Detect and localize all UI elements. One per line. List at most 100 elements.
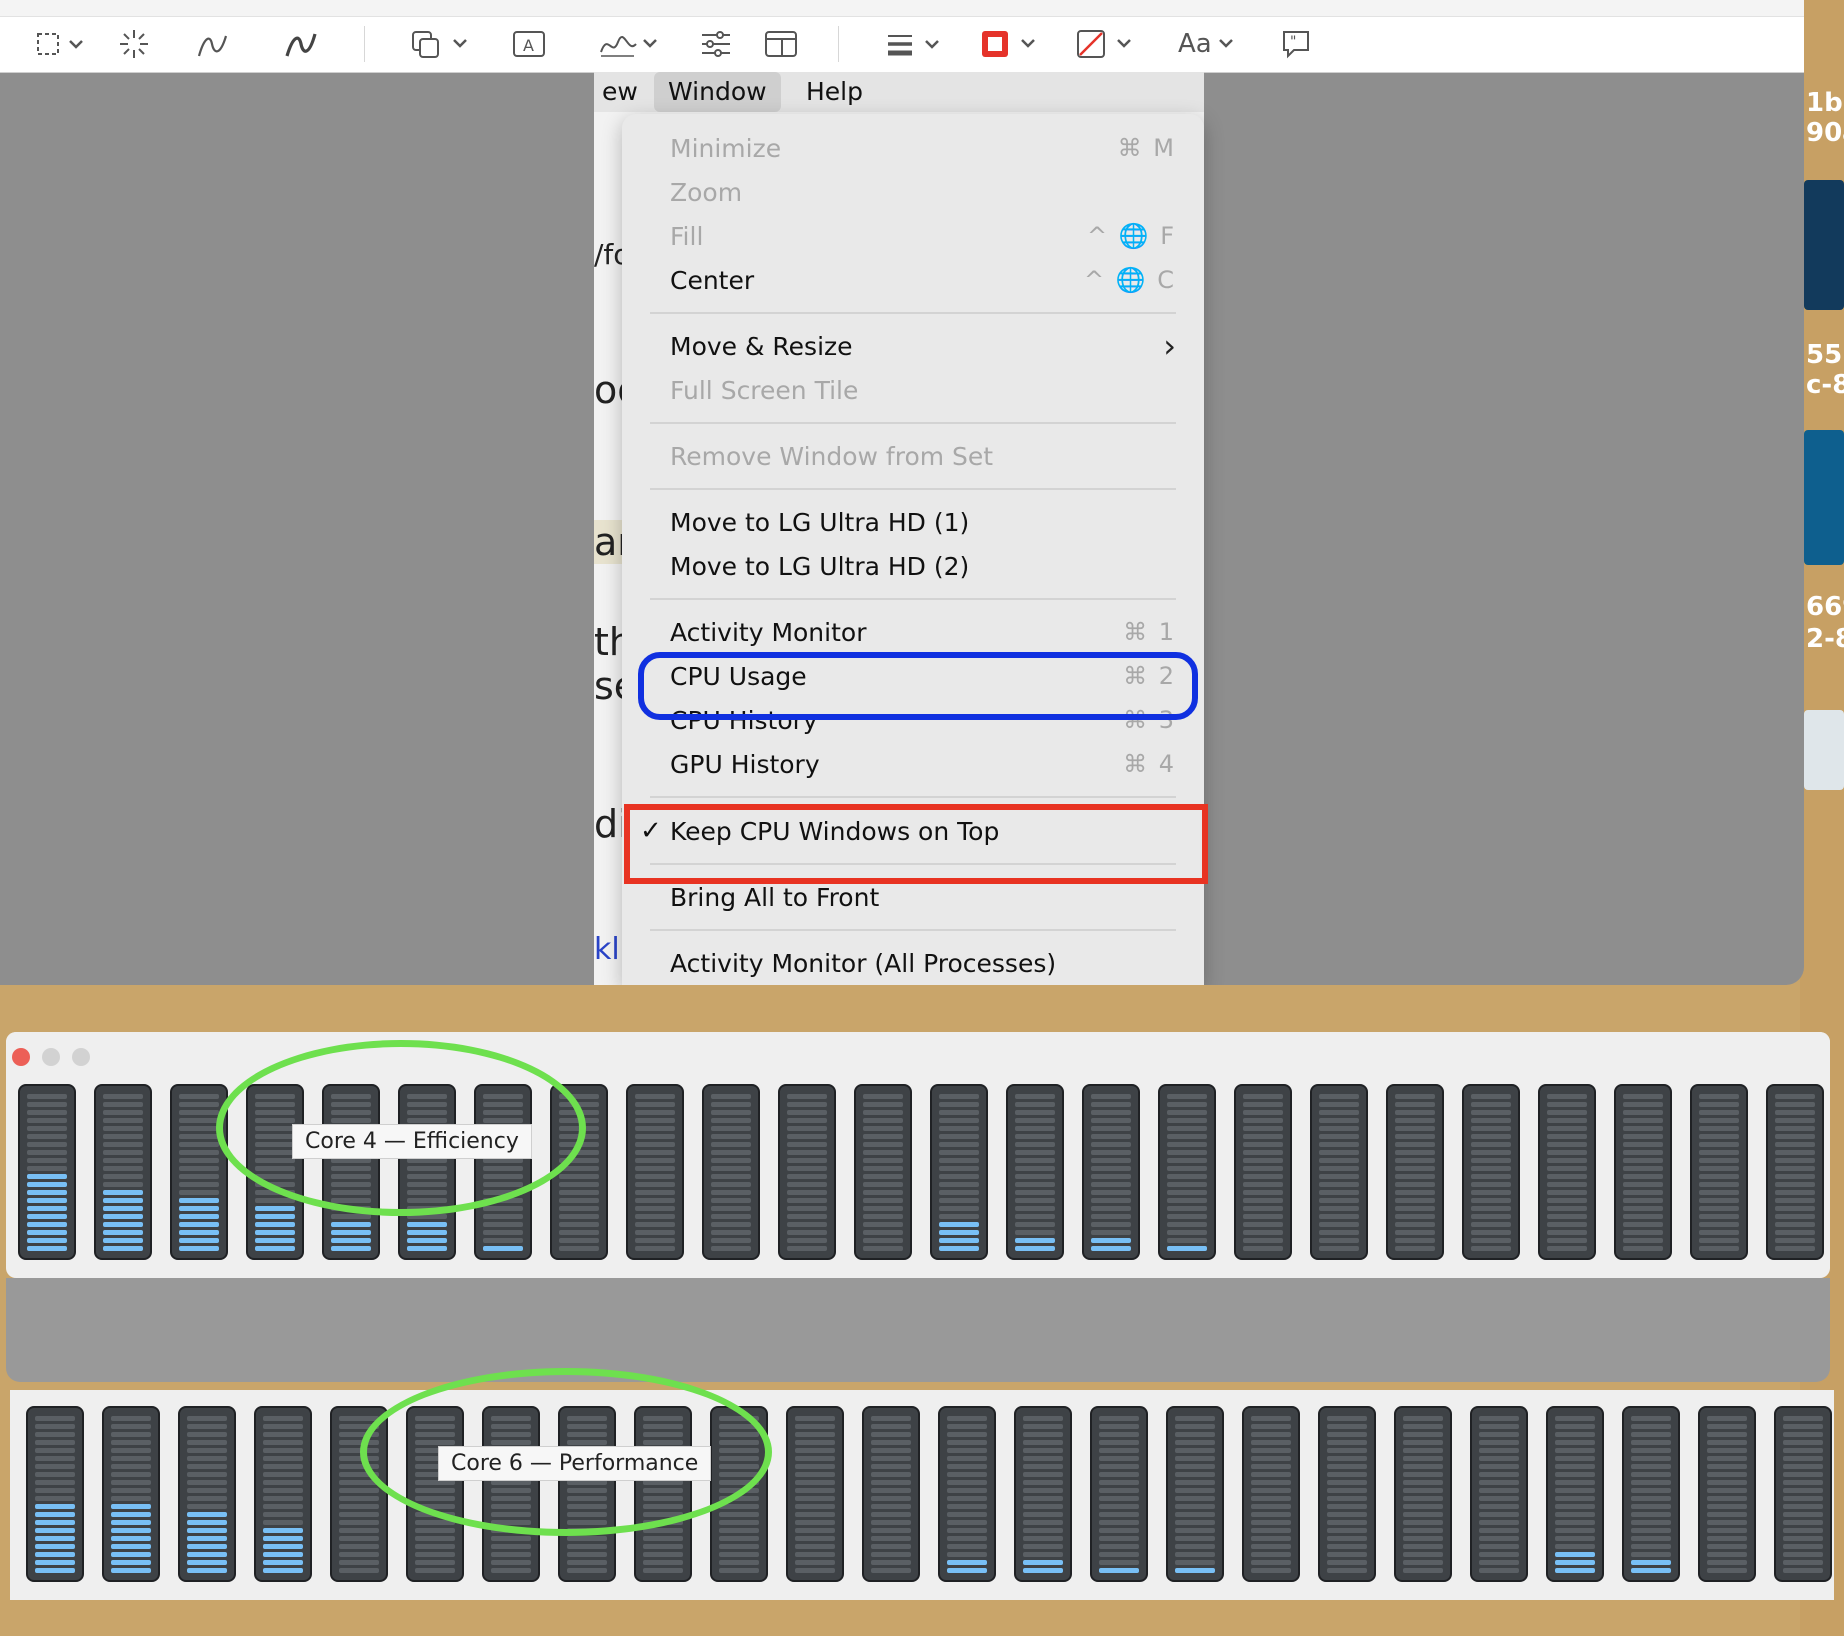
cpu-meter-segment — [1015, 1214, 1055, 1219]
cpu-meter-segment — [1623, 1150, 1663, 1155]
cpu-meter-segment — [1175, 1512, 1215, 1517]
shapes-icon[interactable] — [410, 26, 470, 62]
cpu-meter-segment — [871, 1536, 911, 1541]
cpu-meter-segment — [1395, 1142, 1435, 1147]
menu-item-move-display-2[interactable]: Move to LG Ultra HD (2) — [670, 546, 1176, 586]
cpu-meter-segment — [1175, 1544, 1215, 1549]
adjust-color-icon[interactable] — [700, 26, 732, 62]
cpu-meter-segment — [1395, 1198, 1435, 1203]
cpu-meter-segment — [1327, 1496, 1367, 1501]
cpu-meter-segment — [1175, 1432, 1215, 1437]
markup-toolbar: A Aa " — [0, 0, 1804, 73]
cpu-meter-segment — [35, 1568, 75, 1573]
cpu-meter-segment — [787, 1190, 827, 1195]
cpu-meter-segment — [795, 1488, 835, 1493]
cpu-meter-segment — [263, 1568, 303, 1573]
cpu-meter-segment — [179, 1126, 219, 1131]
cpu-meter-segment — [1015, 1110, 1055, 1115]
cpu-meter-segment — [415, 1536, 455, 1541]
cpu-meter-segment — [1023, 1552, 1063, 1557]
cpu-meter-segment — [35, 1504, 75, 1509]
menu-window[interactable]: Window — [654, 72, 781, 112]
cpu-meter-segment — [1167, 1182, 1207, 1187]
menu-item-all-processes[interactable]: Activity Monitor (All Processes) — [670, 943, 1176, 983]
menu-item-fill[interactable]: Fill ^ 🌐 F — [670, 216, 1176, 256]
cpu-meter-segment — [711, 1102, 751, 1107]
cpu-meter-segment — [711, 1110, 751, 1115]
cpu-meter-segment — [1167, 1158, 1207, 1163]
cpu-meter-segment — [1471, 1214, 1511, 1219]
cpu-meter-segment — [939, 1102, 979, 1107]
cpu-meter-segment — [255, 1238, 295, 1243]
cpu-meter-segment — [1023, 1536, 1063, 1541]
desktop-file-thumbnail[interactable] — [1804, 430, 1844, 565]
menu-item-remove-window[interactable]: Remove Window from Set — [670, 436, 1176, 476]
minimize-button[interactable] — [42, 1048, 60, 1066]
close-button[interactable] — [12, 1048, 30, 1066]
annotate-icon[interactable]: " — [1280, 26, 1312, 62]
cpu-meter-segment — [863, 1134, 903, 1139]
cpu-meter-segment — [103, 1238, 143, 1243]
menu-view[interactable]: ew — [588, 72, 652, 112]
cpu-core-meter — [1394, 1406, 1452, 1582]
cpu-meter-segment — [1319, 1198, 1359, 1203]
cpu-meter-segment — [1775, 1110, 1815, 1115]
fill-color-icon[interactable] — [1076, 26, 1136, 62]
menu-item-move-display-1[interactable]: Move to LG Ultra HD (1) — [670, 502, 1176, 542]
cpu-meter-segment — [863, 1158, 903, 1163]
menu-item-minimize[interactable]: Minimize ⌘ M — [670, 128, 1176, 168]
menu-item-center[interactable]: Center ^ 🌐 C — [670, 260, 1176, 300]
cpu-meter-segment — [795, 1480, 835, 1485]
cpu-meter-segment — [1175, 1440, 1215, 1445]
menu-item-move-resize[interactable]: Move & Resize › — [670, 326, 1176, 366]
instant-alpha-icon[interactable] — [118, 26, 150, 62]
cpu-meter-segment — [1395, 1110, 1435, 1115]
line-style-icon[interactable] — [886, 26, 942, 62]
cpu-meter-segment — [111, 1568, 151, 1573]
zoom-button[interactable] — [72, 1048, 90, 1066]
border-color-icon[interactable] — [980, 26, 1040, 62]
sketch-icon[interactable] — [196, 26, 230, 62]
cpu-meter-segment — [1243, 1166, 1283, 1171]
menu-item-activity-monitor[interactable]: Activity Monitor ⌘ 1 — [670, 612, 1176, 652]
menu-help[interactable]: Help — [792, 72, 877, 112]
cpu-meter-segment — [1023, 1440, 1063, 1445]
cpu-meter-segment — [643, 1536, 683, 1541]
cpu-meter-segment — [1091, 1134, 1131, 1139]
cpu-meter-segment — [407, 1238, 447, 1243]
cpu-meter-segment — [35, 1464, 75, 1469]
cpu-meter-segment — [871, 1552, 911, 1557]
cpu-meter-segment — [1167, 1246, 1207, 1251]
cpu-meter-segment — [795, 1552, 835, 1557]
desktop-file-thumbnail[interactable] — [1804, 180, 1844, 310]
cpu-meter-segment — [1623, 1166, 1663, 1171]
text-box-icon[interactable]: A — [512, 26, 546, 62]
cpu-meter-segment — [635, 1094, 675, 1099]
cpu-meter-segment — [1091, 1238, 1131, 1243]
cpu-core-meter — [1166, 1406, 1224, 1582]
selection-icon[interactable] — [34, 26, 88, 62]
cpu-meter-segment — [1775, 1158, 1815, 1163]
menu-separator — [650, 598, 1176, 600]
draw-icon[interactable] — [284, 26, 318, 62]
cpu-meter-segment — [1631, 1560, 1671, 1565]
page-layout-icon[interactable] — [764, 26, 798, 62]
desktop-file-thumbnail[interactable] — [1804, 710, 1844, 790]
cpu-meter-segment — [1699, 1214, 1739, 1219]
cpu-meter-segment — [111, 1416, 151, 1421]
cpu-meter-segment — [1243, 1206, 1283, 1211]
cpu-meter-segment — [1015, 1230, 1055, 1235]
signature-icon[interactable] — [598, 26, 658, 62]
cpu-meter-segment — [1623, 1174, 1663, 1179]
menu-item-zoom[interactable]: Zoom — [670, 172, 1176, 212]
cpu-meter-segment — [179, 1118, 219, 1123]
cpu-meter-segment — [1175, 1504, 1215, 1509]
cpu-meter-segment — [331, 1214, 371, 1219]
cpu-meter-segment — [1327, 1536, 1367, 1541]
cpu-meter-segment — [1555, 1496, 1595, 1501]
text-style-button[interactable]: Aa — [1178, 26, 1240, 62]
cpu-meter-segment — [1251, 1416, 1291, 1421]
cpu-meter-segment — [1023, 1424, 1063, 1429]
menu-item-full-screen-tile[interactable]: Full Screen Tile — [670, 370, 1176, 410]
menu-item-gpu-history[interactable]: GPU History ⌘ 4 — [670, 744, 1176, 784]
